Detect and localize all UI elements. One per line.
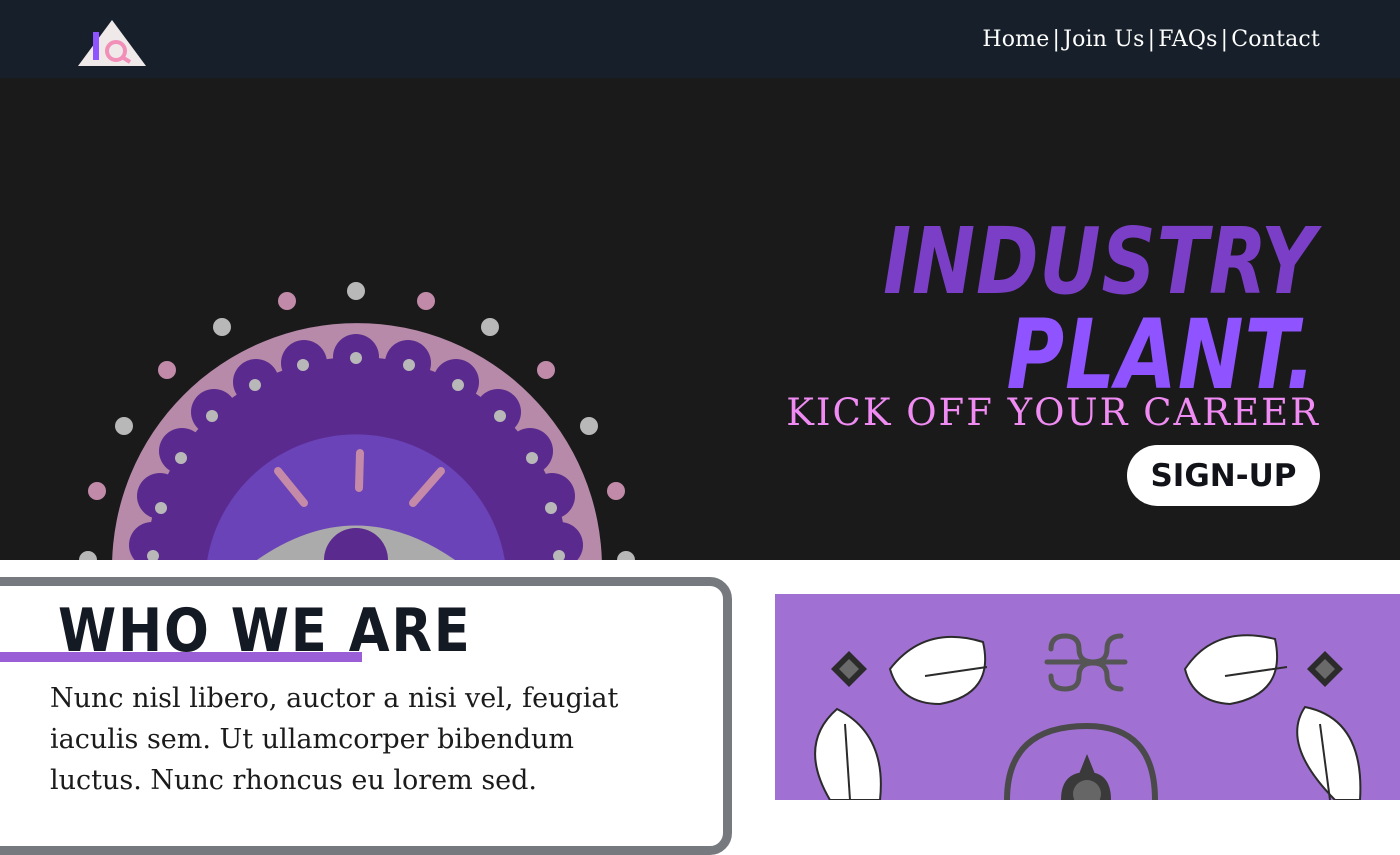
mandala-eye-icon [79, 282, 635, 560]
top-nav-bar: Home | Join Us | FAQs | Contact [0, 0, 1400, 78]
nav-join-us-link[interactable]: Join Us [1063, 27, 1145, 52]
nav-separator: | [1052, 27, 1061, 52]
signup-button[interactable]: Sign-up [1127, 445, 1320, 506]
nav-contact-link[interactable]: Contact [1231, 27, 1320, 52]
hero-tagline: KICK OFF YOUR CAREER [786, 391, 1320, 434]
nav-separator: | [1220, 27, 1229, 52]
hero-section: Industry Plant. KICK OFF YOUR CAREER Sig… [0, 78, 1400, 560]
nav-separator: | [1147, 27, 1156, 52]
pyramid-logo-icon[interactable] [78, 20, 146, 66]
main-nav: Home | Join Us | FAQs | Contact [982, 27, 1320, 52]
about-text: Nunc nisl libero, auctor a nisi vel, feu… [50, 683, 619, 796]
hero-title: Industry Plant. [882, 208, 1316, 411]
arch-icon [1004, 722, 1158, 800]
nav-faqs-link[interactable]: FAQs [1158, 27, 1217, 52]
hero-title-line2: Plant. [1006, 298, 1316, 411]
ornament-icon [814, 633, 1362, 800]
decorative-art-panel [775, 594, 1400, 800]
nav-home-link[interactable]: Home [982, 27, 1049, 52]
hero-title-line1: Industry [882, 208, 1316, 316]
about-heading: Who We Are [58, 596, 472, 666]
